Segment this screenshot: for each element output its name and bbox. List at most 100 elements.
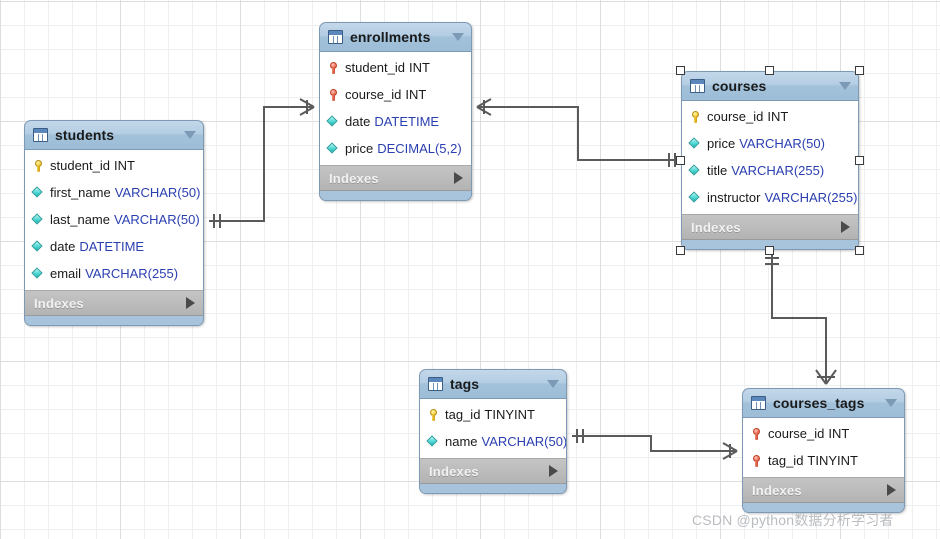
column-type: DATETIME	[374, 114, 440, 129]
column-name: instructor	[707, 190, 761, 205]
table-header-courses_tags[interactable]: courses_tags	[743, 389, 904, 418]
resize-handle[interactable]	[676, 66, 685, 75]
chevron-down-icon[interactable]	[452, 33, 464, 41]
column-row[interactable]: date DATETIME	[320, 108, 471, 135]
indexes-label: Indexes	[691, 219, 741, 235]
table-columns-tags: tag_id TINYINT name VARCHAR(50)	[420, 399, 566, 459]
indexes-section-students[interactable]: Indexes	[25, 291, 203, 316]
table-header-enrollments[interactable]: enrollments	[320, 23, 471, 52]
table-header-tags[interactable]: tags	[420, 370, 566, 399]
key-red-icon	[750, 427, 763, 440]
column-type: VARCHAR(255)	[764, 190, 858, 205]
column-type: DECIMAL(5,2)	[377, 141, 462, 156]
table-title-tags: tags	[450, 376, 480, 392]
diamond-cyan-icon	[327, 142, 340, 155]
column-name: student_id	[50, 158, 110, 173]
column-row[interactable]: date DATETIME	[25, 233, 203, 260]
column-name: student_id	[345, 60, 405, 75]
table-header-courses[interactable]: courses	[682, 72, 858, 101]
table-title-enrollments: enrollments	[350, 29, 431, 45]
column-name: price	[707, 136, 736, 151]
diamond-cyan-icon	[427, 435, 440, 448]
table-icon	[690, 79, 705, 93]
column-row[interactable]: course_id INT	[682, 103, 858, 130]
resize-handle[interactable]	[855, 156, 864, 165]
column-row[interactable]: price DECIMAL(5,2)	[320, 135, 471, 162]
key-yellow-icon	[689, 110, 702, 123]
column-type: INT	[828, 426, 850, 441]
resize-handle[interactable]	[765, 246, 774, 255]
table-courses_tags[interactable]: courses_tags course_id INT tag_id TINYINT Ind…	[742, 388, 905, 513]
column-name: price	[345, 141, 374, 156]
chevron-down-icon[interactable]	[839, 82, 851, 90]
diamond-cyan-icon	[32, 213, 45, 226]
column-row[interactable]: tag_id TINYINT	[420, 401, 566, 428]
column-row[interactable]: first_name VARCHAR(50)	[25, 179, 203, 206]
indexes-label: Indexes	[329, 170, 379, 186]
column-row[interactable]: tag_id TINYINT	[743, 447, 904, 474]
column-row[interactable]: instructor VARCHAR(255)	[682, 184, 858, 211]
chevron-right-icon[interactable]	[887, 484, 896, 496]
chevron-right-icon[interactable]	[186, 297, 195, 309]
column-name: title	[707, 163, 728, 178]
column-type: VARCHAR(50)	[481, 434, 567, 449]
column-row[interactable]: student_id INT	[320, 54, 471, 81]
column-row[interactable]: title VARCHAR(255)	[682, 157, 858, 184]
table-title-courses: courses	[712, 78, 767, 94]
chevron-right-icon[interactable]	[841, 221, 850, 233]
column-type: TINYINT	[484, 407, 535, 422]
resize-handle[interactable]	[855, 66, 864, 75]
column-type: VARCHAR(50)	[113, 212, 200, 227]
chevron-right-icon[interactable]	[454, 172, 463, 184]
table-icon	[751, 396, 766, 410]
table-icon	[428, 377, 443, 391]
column-row[interactable]: student_id INT	[25, 152, 203, 179]
chevron-down-icon[interactable]	[885, 399, 897, 407]
column-name: date	[345, 114, 371, 129]
er-diagram-canvas[interactable]: students student_id INT first_name VARCHAR(5…	[0, 0, 940, 539]
table-students[interactable]: students student_id INT first_name VARCHAR(5…	[24, 120, 204, 326]
column-row[interactable]: name VARCHAR(50)	[420, 428, 566, 455]
resize-handle[interactable]	[676, 246, 685, 255]
column-name: name	[445, 434, 478, 449]
column-row[interactable]: email VARCHAR(255)	[25, 260, 203, 287]
indexes-section-enrollments[interactable]: Indexes	[320, 166, 471, 191]
column-type: TINYINT	[807, 453, 858, 468]
column-type: VARCHAR(50)	[114, 185, 201, 200]
diamond-cyan-icon	[689, 137, 702, 150]
table-footer	[25, 316, 203, 325]
column-row[interactable]: course_id INT	[743, 420, 904, 447]
table-columns-students: student_id INT first_name VARCHAR(50) last_n…	[25, 150, 203, 291]
indexes-section-courses[interactable]: Indexes	[682, 215, 858, 240]
chevron-down-icon[interactable]	[547, 380, 559, 388]
column-type: VARCHAR(255)	[85, 266, 179, 281]
diamond-cyan-icon	[32, 267, 45, 280]
table-enrollments[interactable]: enrollments student_id INT course_id INT date…	[319, 22, 472, 201]
column-type: VARCHAR(50)	[739, 136, 825, 151]
table-title-courses_tags: courses_tags	[773, 395, 865, 411]
table-header-students[interactable]: students	[25, 121, 203, 150]
diamond-cyan-icon	[689, 164, 702, 177]
table-courses[interactable]: courses course_id INT price VARCHAR(50) title…	[681, 71, 859, 250]
column-row[interactable]: last_name VARCHAR(50)	[25, 206, 203, 233]
table-tags[interactable]: tags tag_id TINYINT name VARCHAR(50) Indexes	[419, 369, 567, 494]
resize-handle[interactable]	[676, 156, 685, 165]
table-columns-enrollments: student_id INT course_id INT date DATETIME pri…	[320, 52, 471, 166]
diamond-cyan-icon	[327, 115, 340, 128]
column-row[interactable]: price VARCHAR(50)	[682, 130, 858, 157]
column-name: course_id	[707, 109, 764, 124]
resize-handle[interactable]	[855, 246, 864, 255]
indexes-section-tags[interactable]: Indexes	[420, 459, 566, 484]
column-row[interactable]: course_id INT	[320, 81, 471, 108]
relationship-enrollments-courses	[476, 98, 676, 167]
key-yellow-icon	[32, 159, 45, 172]
table-icon	[33, 128, 48, 142]
key-red-icon	[750, 454, 763, 467]
resize-handle[interactable]	[765, 66, 774, 75]
indexes-section-courses_tags[interactable]: Indexes	[743, 478, 904, 503]
chevron-down-icon[interactable]	[184, 131, 196, 139]
key-red-icon	[327, 88, 340, 101]
indexes-label: Indexes	[752, 482, 802, 498]
table-columns-courses_tags: course_id INT tag_id TINYINT	[743, 418, 904, 478]
chevron-right-icon[interactable]	[549, 465, 558, 477]
